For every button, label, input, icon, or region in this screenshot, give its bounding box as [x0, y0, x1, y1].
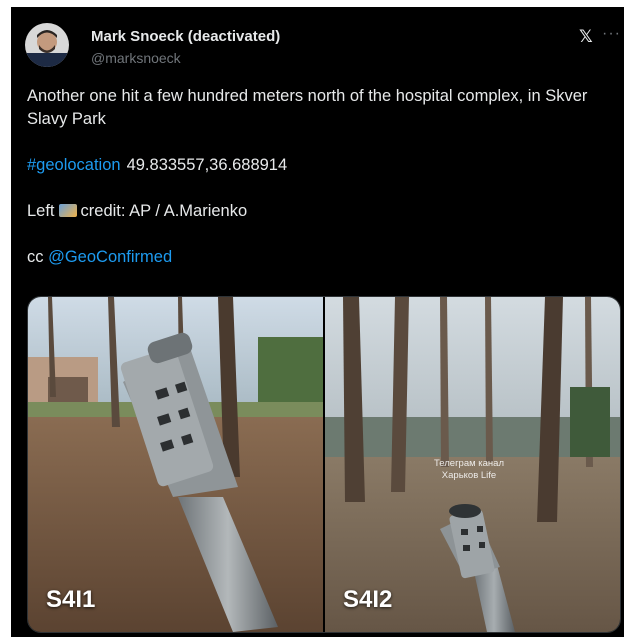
- photo-left-label: S4I1: [46, 586, 96, 613]
- photo-right-label: S4I2: [343, 586, 393, 613]
- watermark-line-2: Харьков Life: [441, 470, 497, 481]
- more-options-icon[interactable]: ···: [602, 25, 621, 43]
- tweet-line-geolocation: #geolocation 49.833557,36.688914: [27, 154, 617, 177]
- tweet-line-credit: Left credit: AP / A.Marienko: [27, 200, 617, 223]
- media-grid: S4I1 Телеграм канал Харьков Life S4I2: [27, 296, 621, 633]
- tweet-card: Mark Snoeck (deactivated) @marksnoeck 𝕏 …: [11, 7, 624, 637]
- photo-left[interactable]: S4I1: [28, 297, 323, 632]
- photo-watermark: Телеграм канал Харьков Life: [421, 458, 517, 482]
- author-handle[interactable]: @marksnoeck: [91, 50, 181, 66]
- tweet-text: Another one hit a few hundred meters nor…: [27, 85, 617, 269]
- watermark-line-1: Телеграм канал: [434, 458, 504, 469]
- camera-emoji-icon: [58, 204, 77, 217]
- credit-prefix: Left: [27, 202, 55, 220]
- tweet-line-cc: cc @GeoConfirmed: [27, 246, 617, 269]
- hashtag-link[interactable]: #geolocation: [27, 156, 121, 174]
- coordinates-text: 49.833557,36.688914: [126, 156, 288, 174]
- cc-prefix: cc: [27, 248, 44, 266]
- x-logo-icon: 𝕏: [579, 27, 593, 46]
- photo-right[interactable]: Телеграм канал Харьков Life S4I2: [325, 297, 620, 632]
- credit-text: credit: AP / A.Marienko: [80, 202, 248, 220]
- mention-link[interactable]: @GeoConfirmed: [48, 248, 172, 266]
- author-name[interactable]: Mark Snoeck (deactivated): [91, 28, 280, 45]
- avatar[interactable]: [25, 23, 69, 67]
- tweet-line-main: Another one hit a few hundred meters nor…: [27, 87, 588, 128]
